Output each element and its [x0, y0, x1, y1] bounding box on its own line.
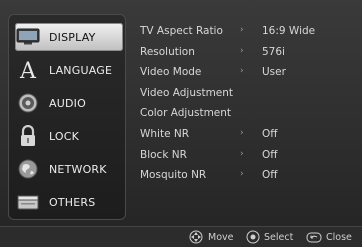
sidebar-item-display[interactable]: DISPLAY: [15, 23, 123, 51]
chevron-right-icon: ›: [240, 148, 244, 159]
enter-button-icon: [246, 230, 260, 244]
sidebar-item-label: OTHERS: [49, 195, 96, 209]
sidebar-item-label: LANGUAGE: [49, 63, 113, 77]
setting-row-white-nr[interactable]: White NR › Off: [140, 125, 356, 146]
help-select-label: Select: [264, 231, 294, 243]
chevron-right-icon: ›: [240, 25, 244, 35]
chevron-right-icon: ›: [240, 66, 244, 77]
sidebar-item-language[interactable]: A LANGUAGE: [15, 56, 123, 84]
help-move-label: Move: [208, 231, 234, 243]
setting-value: Off: [262, 169, 278, 182]
setting-label: Resolution: [140, 45, 195, 58]
globe-icon: [15, 158, 41, 180]
setting-label: TV Aspect Ratio: [140, 25, 223, 37]
settings-screen: DISPLAY A LANGUAGE AUDIO LOCK NETWORK OT…: [0, 0, 362, 247]
sidebar-item-label: NETWORK: [49, 162, 107, 176]
return-button-icon: [306, 230, 322, 244]
setting-label: White NR: [140, 127, 190, 140]
setting-row-tv-aspect-ratio[interactable]: TV Aspect Ratio › 16:9 Wide: [140, 22, 356, 43]
setting-row-video-mode[interactable]: Video Mode › User: [140, 63, 356, 84]
setting-value: Off: [262, 148, 278, 161]
display-settings-list: TV Aspect Ratio › 16:9 Wide Resolution ›…: [140, 22, 356, 187]
setting-row-block-nr[interactable]: Block NR › Off: [140, 146, 356, 167]
box-icon: [15, 191, 41, 213]
chevron-right-icon: ›: [240, 45, 244, 56]
sidebar-item-label: AUDIO: [49, 96, 86, 110]
setting-value: User: [262, 66, 286, 79]
sidebar-item-audio[interactable]: AUDIO: [15, 89, 123, 117]
sidebar-item-others[interactable]: OTHERS: [15, 188, 123, 216]
setting-row-mosquito-nr[interactable]: Mosquito NR › Off: [140, 166, 356, 187]
setting-value: 576i: [262, 45, 285, 58]
letter-a-icon: A: [15, 59, 41, 81]
sidebar-item-label: DISPLAY: [49, 30, 96, 44]
dpad-icon: [188, 230, 204, 244]
chevron-right-icon: ›: [240, 127, 244, 138]
padlock-icon: [15, 125, 41, 147]
tv-icon: [15, 26, 41, 48]
setting-label: Mosquito NR: [140, 169, 207, 182]
setting-row-resolution[interactable]: Resolution › 576i: [140, 43, 356, 64]
help-close: Close: [306, 229, 352, 245]
sidebar-item-lock[interactable]: LOCK: [15, 122, 123, 150]
setting-label: Video Mode: [140, 66, 202, 79]
help-bar: Move Select Close: [0, 226, 362, 247]
settings-category-menu: DISPLAY A LANGUAGE AUDIO LOCK NETWORK OT…: [8, 14, 126, 220]
chevron-right-icon: ›: [240, 169, 244, 180]
setting-label: Color Adjustment: [140, 107, 232, 120]
help-select: Select: [246, 229, 293, 245]
setting-row-video-adjustment[interactable]: Video Adjustment: [140, 84, 356, 105]
sidebar-item-network[interactable]: NETWORK: [15, 155, 123, 183]
setting-value: 16:9 Wide: [262, 25, 316, 37]
setting-value: Off: [262, 127, 278, 140]
help-move: Move: [188, 229, 233, 245]
setting-row-color-adjustment[interactable]: Color Adjustment: [140, 104, 356, 125]
svg-text:A: A: [19, 59, 37, 81]
sidebar-item-label: LOCK: [49, 129, 80, 143]
help-close-label: Close: [326, 231, 352, 243]
setting-label: Video Adjustment: [140, 86, 234, 99]
speaker-icon: [15, 92, 41, 114]
setting-label: Block NR: [140, 148, 187, 161]
